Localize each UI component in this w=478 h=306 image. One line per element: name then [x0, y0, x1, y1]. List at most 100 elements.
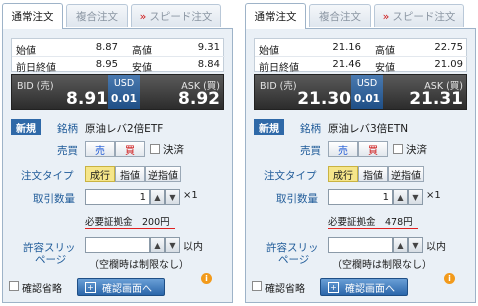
tab-compound-order[interactable]: 複合注文	[309, 4, 371, 27]
slippage-note: （空欄時は制限なし）	[89, 260, 189, 271]
confirm-screen-button[interactable]: + 確認画面へ	[77, 278, 165, 296]
quantity-input[interactable]: 1	[328, 189, 393, 205]
spread-box: USD 0.01	[351, 75, 383, 109]
slippage-down-button[interactable]: ▼	[408, 237, 423, 253]
info-icon[interactable]: i	[444, 273, 455, 284]
quantity-input[interactable]: 1	[85, 189, 150, 205]
high-value: 9.31	[197, 42, 220, 53]
slippage-input[interactable]	[85, 237, 150, 253]
tab-label: 複合注文	[319, 10, 361, 23]
buy-button[interactable]: 買	[115, 141, 145, 157]
prev-close-label: 前日終値	[16, 63, 56, 74]
quantity-up-button[interactable]: ▲	[150, 189, 165, 205]
sell-button[interactable]: 売	[328, 141, 358, 157]
order-panel-right: 通常注文 複合注文 » スピード注文 始値 21.16 高値 22.75 前日終値…	[245, 3, 476, 303]
margin-underline	[85, 228, 175, 229]
tab-label: スピード注文	[392, 10, 456, 23]
info-icon[interactable]: i	[201, 273, 212, 284]
order-type-market[interactable]: 成行	[328, 166, 358, 182]
high-label: 高値	[375, 46, 395, 57]
slippage-up-button[interactable]: ▲	[150, 237, 165, 253]
settle-label: 決済	[406, 144, 427, 156]
order-type-stop[interactable]: 逆指値	[145, 166, 181, 182]
quantity-down-button[interactable]: ▼	[408, 189, 423, 205]
ask-price[interactable]: 8.92	[144, 89, 220, 109]
new-order-badge: 新規	[254, 119, 284, 135]
slippage-input[interactable]	[328, 237, 393, 253]
order-panel-left: 通常注文 複合注文 » スピード注文 始値 8.87 高値 9.31 前日終値 8…	[2, 3, 233, 303]
spread-box: USD 0.01	[108, 75, 140, 109]
confirm-screen-button[interactable]: + 確認画面へ	[320, 278, 408, 296]
new-order-badge: 新規	[11, 119, 41, 135]
low-value: 21.09	[434, 59, 463, 70]
double-arrow-icon: »	[382, 9, 390, 23]
skip-confirm-label: 確認省略	[22, 284, 62, 295]
spread-value: 0.01	[354, 93, 380, 105]
low-label: 安値	[375, 63, 395, 74]
bid-label: BID (売)	[260, 81, 297, 92]
order-type-market[interactable]: 成行	[85, 166, 115, 182]
order-tabs: 通常注文 複合注文 » スピード注文	[2, 3, 233, 29]
settle-checkbox[interactable]	[393, 144, 403, 154]
tab-speed-order[interactable]: » スピード注文	[374, 4, 464, 27]
tab-normal-order[interactable]: 通常注文	[2, 3, 63, 29]
price-row: 前日終値 21.46 安値 21.09	[255, 56, 468, 74]
confirm-icon: +	[85, 281, 96, 293]
tab-normal-order[interactable]: 通常注文	[245, 3, 306, 29]
currency-label: USD	[356, 78, 378, 89]
side-label: 売買	[300, 145, 321, 157]
skip-confirm-checkbox[interactable]	[9, 281, 19, 291]
open-label: 始値	[259, 46, 279, 57]
sell-button[interactable]: 売	[85, 141, 115, 157]
price-row: 始値 21.16 高値 22.75	[255, 40, 468, 57]
order-form: 始値 21.16 高値 22.75 前日終値 21.46 安値 21.09 BI…	[245, 28, 476, 303]
symbol-label: 銘柄	[57, 123, 78, 135]
low-label: 安値	[132, 63, 152, 74]
open-value: 21.16	[332, 42, 361, 53]
tab-label: 通常注文	[254, 11, 297, 23]
skip-confirm-checkbox[interactable]	[252, 281, 262, 291]
currency-label: USD	[113, 78, 135, 89]
slippage-unit: 以内	[426, 242, 446, 253]
open-value: 8.87	[95, 42, 118, 53]
bid-price[interactable]: 21.30	[295, 89, 351, 109]
order-type-stop[interactable]: 逆指値	[388, 166, 424, 182]
skip-confirm-label: 確認省略	[265, 284, 305, 295]
slippage-down-button[interactable]: ▼	[165, 237, 180, 253]
settle-label: 決済	[163, 144, 184, 156]
buy-button[interactable]: 買	[358, 141, 388, 157]
side-label: 売買	[57, 145, 78, 157]
quantity-up-button[interactable]: ▲	[393, 189, 408, 205]
ask-price[interactable]: 21.31	[387, 89, 463, 109]
quantity-label: 取引数量	[276, 193, 318, 205]
settle-checkbox[interactable]	[150, 144, 160, 154]
required-margin: 必要証拠金 200円	[85, 217, 170, 228]
price-row: 始値 8.87 高値 9.31	[12, 40, 225, 57]
slippage-up-button[interactable]: ▲	[393, 237, 408, 253]
order-type-label: 注文タイプ	[264, 170, 317, 182]
tab-label: 通常注文	[11, 11, 54, 23]
prev-close-value: 8.95	[95, 59, 118, 70]
price-row: 前日終値 8.95 安値 8.84	[12, 56, 225, 74]
order-form: 始値 8.87 高値 9.31 前日終値 8.95 安値 8.84 BID (売…	[2, 28, 233, 303]
order-type-limit[interactable]: 指値	[115, 166, 145, 182]
quantity-down-button[interactable]: ▼	[165, 189, 180, 205]
symbol-name: 原油レバ2倍ETF	[85, 123, 164, 135]
multiplier-label: ×1	[183, 190, 198, 201]
tab-compound-order[interactable]: 複合注文	[66, 4, 128, 27]
quantity-label: 取引数量	[33, 193, 75, 205]
prev-close-label: 前日終値	[259, 63, 299, 74]
bid-label: BID (売)	[17, 81, 54, 92]
high-value: 22.75	[434, 42, 463, 53]
high-label: 高値	[132, 46, 152, 57]
bid-price[interactable]: 8.91	[52, 89, 108, 109]
order-type-label: 注文タイプ	[21, 170, 74, 182]
margin-underline	[328, 228, 418, 229]
tab-speed-order[interactable]: » スピード注文	[131, 4, 221, 27]
slippage-label-2: ページ	[278, 254, 310, 266]
low-value: 8.84	[197, 59, 220, 70]
order-type-limit[interactable]: 指値	[358, 166, 388, 182]
spread-value: 0.01	[111, 93, 137, 105]
slippage-note: （空欄時は制限なし）	[332, 260, 432, 271]
tab-label: スピード注文	[149, 10, 213, 23]
